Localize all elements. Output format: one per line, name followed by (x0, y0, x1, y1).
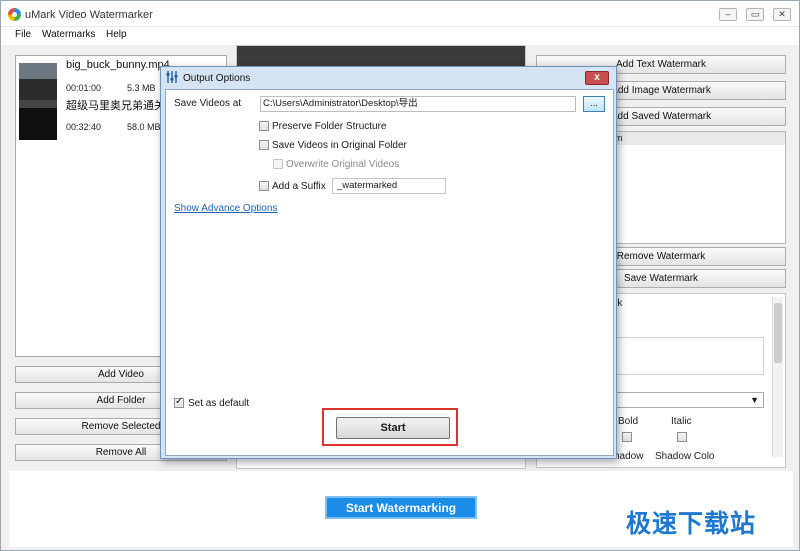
bold-label: Bold (618, 416, 639, 427)
start-watermarking-button[interactable]: Start Watermarking (325, 496, 477, 519)
dialog-body: Save Videos at C:\Users\Administrator\De… (165, 89, 614, 456)
save-location-label: Save Videos at (174, 98, 242, 109)
italic-label: Italic (671, 416, 692, 427)
main-window: uMark Video Watermarker – ▭ ✕ File Water… (0, 0, 800, 551)
output-options-dialog: Output Options x Save Videos at C:\Users… (160, 66, 617, 459)
overwrite-label: Overwrite Original Videos (286, 159, 400, 170)
suffix-checkbox[interactable] (259, 181, 269, 191)
dialog-title: Output Options (183, 73, 251, 84)
save-path-input[interactable]: C:\Users\Administrator\Desktop\导出 (260, 96, 576, 112)
show-advance-options-link[interactable]: Show Advance Options (174, 203, 277, 214)
video-thumbnail (19, 100, 57, 140)
original-folder-checkbox[interactable] (259, 140, 269, 150)
overwrite-checkbox (273, 159, 283, 169)
menu-bar: File Watermarks Help (1, 27, 799, 45)
suffix-label: Add a Suffix (272, 181, 326, 192)
sliders-icon (166, 71, 178, 83)
watermark-text-input[interactable] (601, 337, 764, 375)
preserve-folder-checkbox[interactable] (259, 121, 269, 131)
bold-checkbox[interactable] (622, 432, 632, 442)
browse-button[interactable]: ... (583, 96, 605, 112)
properties-scrollbar[interactable] (772, 297, 783, 457)
shadow-color-label: Shadow Colo (655, 451, 715, 462)
set-default-checkbox[interactable] (174, 396, 184, 408)
preserve-folder-label: Preserve Folder Structure (272, 121, 387, 132)
video-thumbnail (19, 63, 57, 103)
original-folder-label: Save Videos in Original Folder (272, 140, 407, 151)
dialog-title-bar: Output Options x (161, 67, 616, 88)
set-default-label: Set as default (188, 398, 250, 409)
suffix-input[interactable]: _watermarked (332, 178, 446, 194)
chevron-down-icon: ▼ (750, 395, 759, 405)
font-select[interactable]: ▼ (596, 392, 764, 408)
maximize-button[interactable]: ▭ (746, 8, 764, 21)
video-name[interactable]: 超级马里奥兄弟通关 (66, 97, 165, 113)
video-size: 58.0 MB (127, 122, 161, 132)
minimize-button[interactable]: – (719, 8, 737, 21)
menu-help[interactable]: Help (106, 29, 127, 40)
video-duration: 00:32:40 (66, 122, 102, 132)
app-logo-icon (8, 8, 21, 21)
scrollbar-thumb[interactable] (774, 303, 782, 363)
window-title: uMark Video Watermarker (25, 9, 153, 21)
menu-watermarks[interactable]: Watermarks (42, 29, 96, 40)
dialog-close-button[interactable]: x (585, 71, 609, 85)
video-duration: 00:01:00 (66, 83, 102, 93)
title-bar: uMark Video Watermarker – ▭ ✕ (1, 1, 799, 27)
preview-video (237, 46, 525, 68)
menu-file[interactable]: File (15, 29, 31, 40)
highlight-box (322, 408, 458, 446)
video-name[interactable]: big_buck_bunny.mp4 (66, 59, 170, 71)
video-size: 5.3 MB (127, 83, 156, 93)
close-button[interactable]: ✕ (773, 8, 791, 21)
shadow-label: hadow (614, 451, 644, 462)
italic-checkbox[interactable] (677, 432, 687, 442)
site-watermark: 极速下载站 (626, 509, 757, 538)
